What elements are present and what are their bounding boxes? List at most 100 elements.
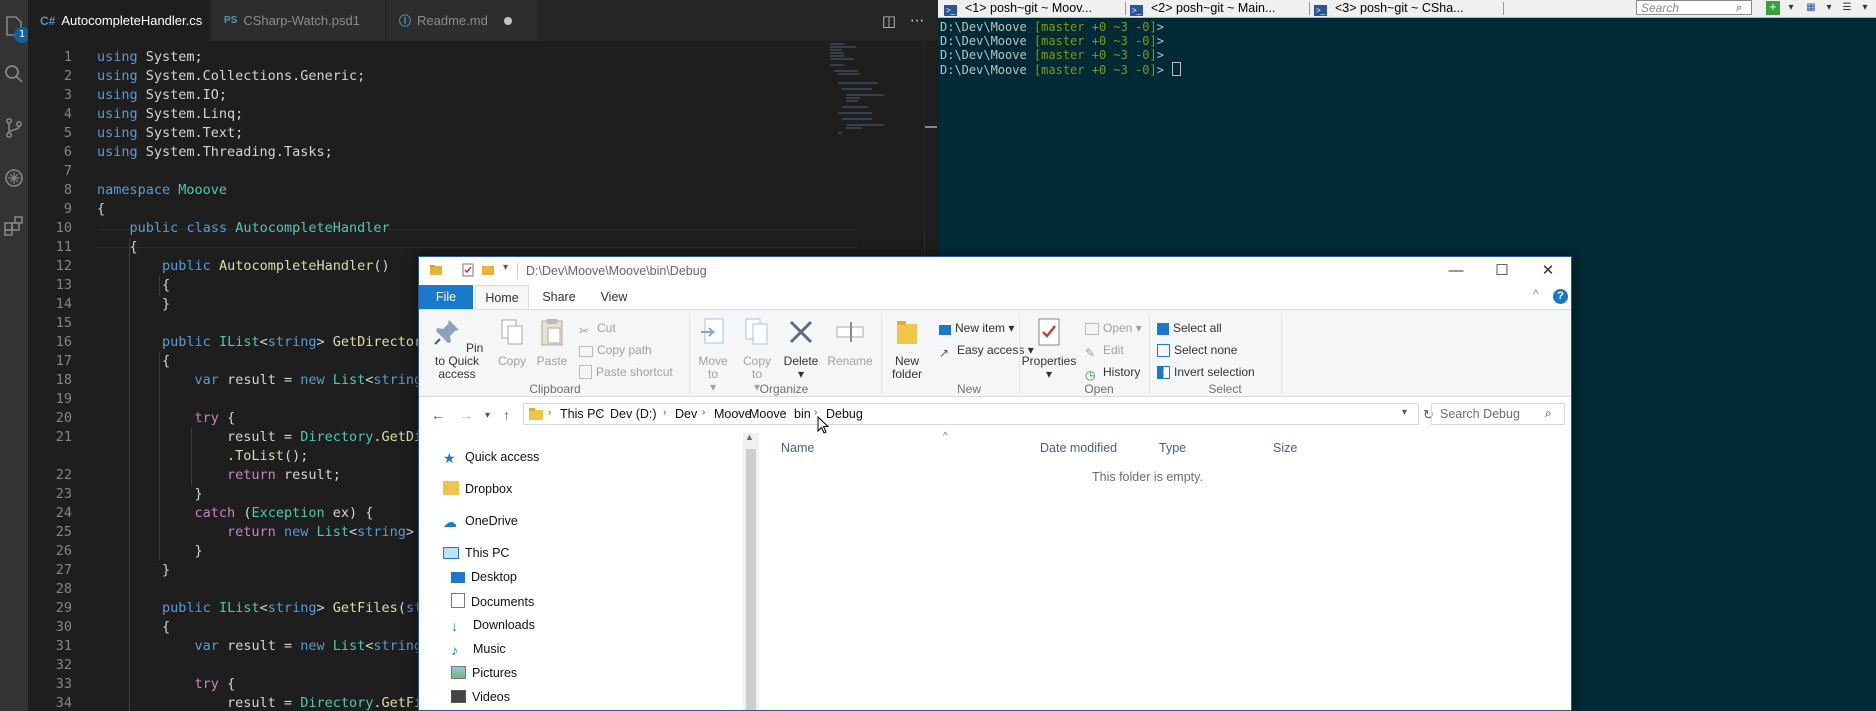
code-line[interactable]: 5 using System.Text; — [28, 124, 908, 143]
paste-shortcut-button[interactable]: Paste shortcut — [579, 364, 673, 380]
invert-selection-button[interactable]: Invert selection — [1157, 364, 1255, 380]
code-line[interactable]: 6 using System.Threading.Tasks; — [28, 143, 908, 162]
nav-item-onedrive[interactable]: ☁ OneDrive — [443, 513, 518, 530]
delete-button[interactable]: Delete ▾ — [779, 316, 823, 381]
nav-item-dropbox[interactable]: Dropbox — [443, 481, 512, 497]
back-arrow-icon[interactable]: ← — [431, 407, 445, 423]
code-line[interactable]: 11 { — [28, 238, 908, 257]
column-header-name[interactable]: Name — [781, 441, 814, 455]
edit-button[interactable]: ✎ Edit — [1085, 342, 1124, 360]
pin-quick-access-button[interactable]: Pin to Quick access — [425, 316, 489, 381]
file-list[interactable]: Name ^ Date modified Type Size This fold… — [759, 431, 1571, 710]
code-line[interactable]: 4 using System.Linq; — [28, 105, 908, 124]
code-line[interactable]: 3 using System.IO; — [28, 86, 908, 105]
breadcrumb-item[interactable]: Dev — [675, 406, 697, 422]
tab-csharp-watch[interactable]: PS CSharp-Watch.psd1 — [212, 0, 386, 41]
nav-item-quick-access[interactable]: ★ Quick access — [443, 449, 539, 466]
minimap[interactable] — [828, 41, 924, 136]
copy-path-button[interactable]: Copy path — [579, 342, 652, 358]
nav-item-this-pc[interactable]: This PC — [443, 545, 509, 561]
split-editor-icon[interactable]: ◫ — [880, 12, 898, 30]
copy-button[interactable]: Copy — [493, 316, 531, 368]
breadcrumb-chevron-icon[interactable]: › — [548, 407, 551, 418]
breadcrumb-item[interactable]: Debug — [826, 406, 863, 422]
breadcrumb-chevron-icon[interactable]: › — [663, 407, 666, 418]
terminal-tab-1[interactable]: >_ <1> posh~git ~ Moov... — [944, 0, 1126, 17]
new-item-button[interactable]: New item ▾ — [939, 320, 1014, 336]
terminal-tab-3[interactable]: >_ <3> posh~git ~ CSha... — [1314, 0, 1504, 17]
breadcrumb-item[interactable]: Dev (D:) — [610, 406, 657, 422]
move-to-button[interactable]: Move to ▾ — [693, 316, 733, 394]
terminal-tab-2[interactable]: >_ <2> posh~git ~ Main... — [1130, 0, 1310, 17]
new-console-icon[interactable]: + — [1766, 1, 1780, 15]
tab-view[interactable]: View — [589, 285, 639, 309]
debug-icon[interactable] — [2, 166, 26, 190]
help-icon[interactable]: ? — [1553, 289, 1568, 304]
settings-menu-icon[interactable]: ☰ — [1840, 1, 1854, 15]
properties-button[interactable]: Properties ▾ — [1021, 316, 1077, 381]
tab-file[interactable]: File — [419, 285, 473, 309]
column-header-size[interactable]: Size — [1273, 441, 1297, 455]
chevron-down-icon[interactable]: ▾ — [1784, 1, 1798, 15]
column-header-date-modified[interactable]: Date modified — [1040, 441, 1117, 455]
breadcrumb-item[interactable]: Moove — [714, 406, 752, 422]
code-line[interactable]: 7 — [28, 162, 908, 181]
breadcrumb-chevron-icon[interactable]: › — [702, 407, 705, 418]
address-dropdown-icon[interactable]: ▾ — [1402, 407, 1407, 418]
search-icon[interactable] — [2, 62, 26, 86]
breadcrumb-item[interactable]: bin — [794, 406, 811, 422]
address-bar[interactable]: › This PC › Dev (D:) › Dev › Moove › Moove › bin › De… — [523, 403, 1419, 425]
paste-button[interactable]: Paste — [533, 316, 571, 368]
nav-item-desktop[interactable]: Desktop — [451, 569, 517, 585]
chevron-down-icon[interactable]: ▾ — [1822, 1, 1836, 15]
up-arrow-icon[interactable]: ↑ — [503, 407, 510, 423]
column-header-type[interactable]: Type — [1159, 441, 1186, 455]
terminal-search-input[interactable]: Search — [1636, 0, 1752, 15]
select-all-button[interactable]: Select all — [1157, 320, 1222, 336]
search-icon[interactable]: ⌕ — [1736, 1, 1742, 15]
line-number: 11 — [55, 239, 72, 255]
open-button[interactable]: Open ▾ — [1085, 320, 1142, 336]
select-none-button[interactable]: Select none — [1157, 342, 1237, 358]
close-button[interactable]: ✕ — [1525, 257, 1571, 285]
git-branch-icon[interactable] — [2, 116, 26, 140]
tab-autocompletehandler[interactable]: C# AutocompleteHandler.cs × — [28, 0, 224, 41]
forward-arrow-icon[interactable]: → — [459, 407, 473, 423]
more-actions-icon[interactable]: ··· — [908, 12, 926, 30]
nav-item-documents[interactable]: Documents — [451, 593, 534, 610]
breadcrumb-chevron-icon[interactable]: › — [737, 407, 740, 418]
code-line[interactable]: 10 public class AutocompleteHandler — [28, 219, 908, 238]
code-line[interactable]: 1 using System; — [28, 48, 908, 67]
scrollbar-thumb[interactable] — [746, 449, 756, 710]
scroll-up-icon[interactable]: ▲ — [745, 432, 754, 442]
nav-item-music[interactable]: ♪ Music — [451, 641, 506, 658]
search-icon[interactable]: ⌕ — [1545, 406, 1552, 421]
tab-share[interactable]: Share — [531, 285, 587, 309]
rename-button[interactable]: Rename — [825, 316, 875, 368]
minimize-button[interactable]: — — [1433, 257, 1479, 285]
new-folder-icon[interactable] — [481, 263, 495, 277]
extensions-icon[interactable] — [2, 214, 26, 238]
code-line[interactable]: 8 namespace Mooove — [28, 181, 908, 200]
nav-item-videos[interactable]: Videos — [451, 689, 510, 705]
nav-item-downloads[interactable]: ↓ Downloads — [451, 617, 535, 634]
code-line[interactable]: 2 using System.Collections.Generic; — [28, 67, 908, 86]
window-list-icon[interactable]: ▦ — [1804, 1, 1818, 15]
history-button[interactable]: ◷ History — [1085, 364, 1140, 382]
chevron-down-icon[interactable]: ▾ — [503, 262, 517, 276]
tab-home[interactable]: Home — [475, 285, 529, 309]
unsaved-dot-icon[interactable] — [503, 16, 512, 25]
new-folder-button[interactable]: New folder — [883, 316, 931, 381]
chevron-up-icon[interactable]: ^ — [1533, 287, 1539, 301]
breadcrumb-chevron-icon[interactable]: › — [598, 407, 601, 418]
breadcrumb-chevron-icon[interactable]: › — [782, 407, 785, 418]
chevron-down-icon[interactable]: ▾ — [1858, 1, 1872, 15]
recent-locations-chevron-icon[interactable]: ▾ — [485, 410, 490, 421]
maximize-button[interactable]: ☐ — [1479, 257, 1525, 285]
properties-icon[interactable] — [461, 263, 475, 277]
code-line[interactable]: 9{ — [28, 200, 908, 219]
nav-item-pictures[interactable]: Pictures — [451, 665, 517, 681]
tab-readme[interactable]: ⓘ Readme.md — [387, 0, 538, 41]
cut-button[interactable]: ✂ Cut — [579, 320, 616, 338]
breadcrumb-item[interactable]: Moove — [749, 406, 787, 422]
